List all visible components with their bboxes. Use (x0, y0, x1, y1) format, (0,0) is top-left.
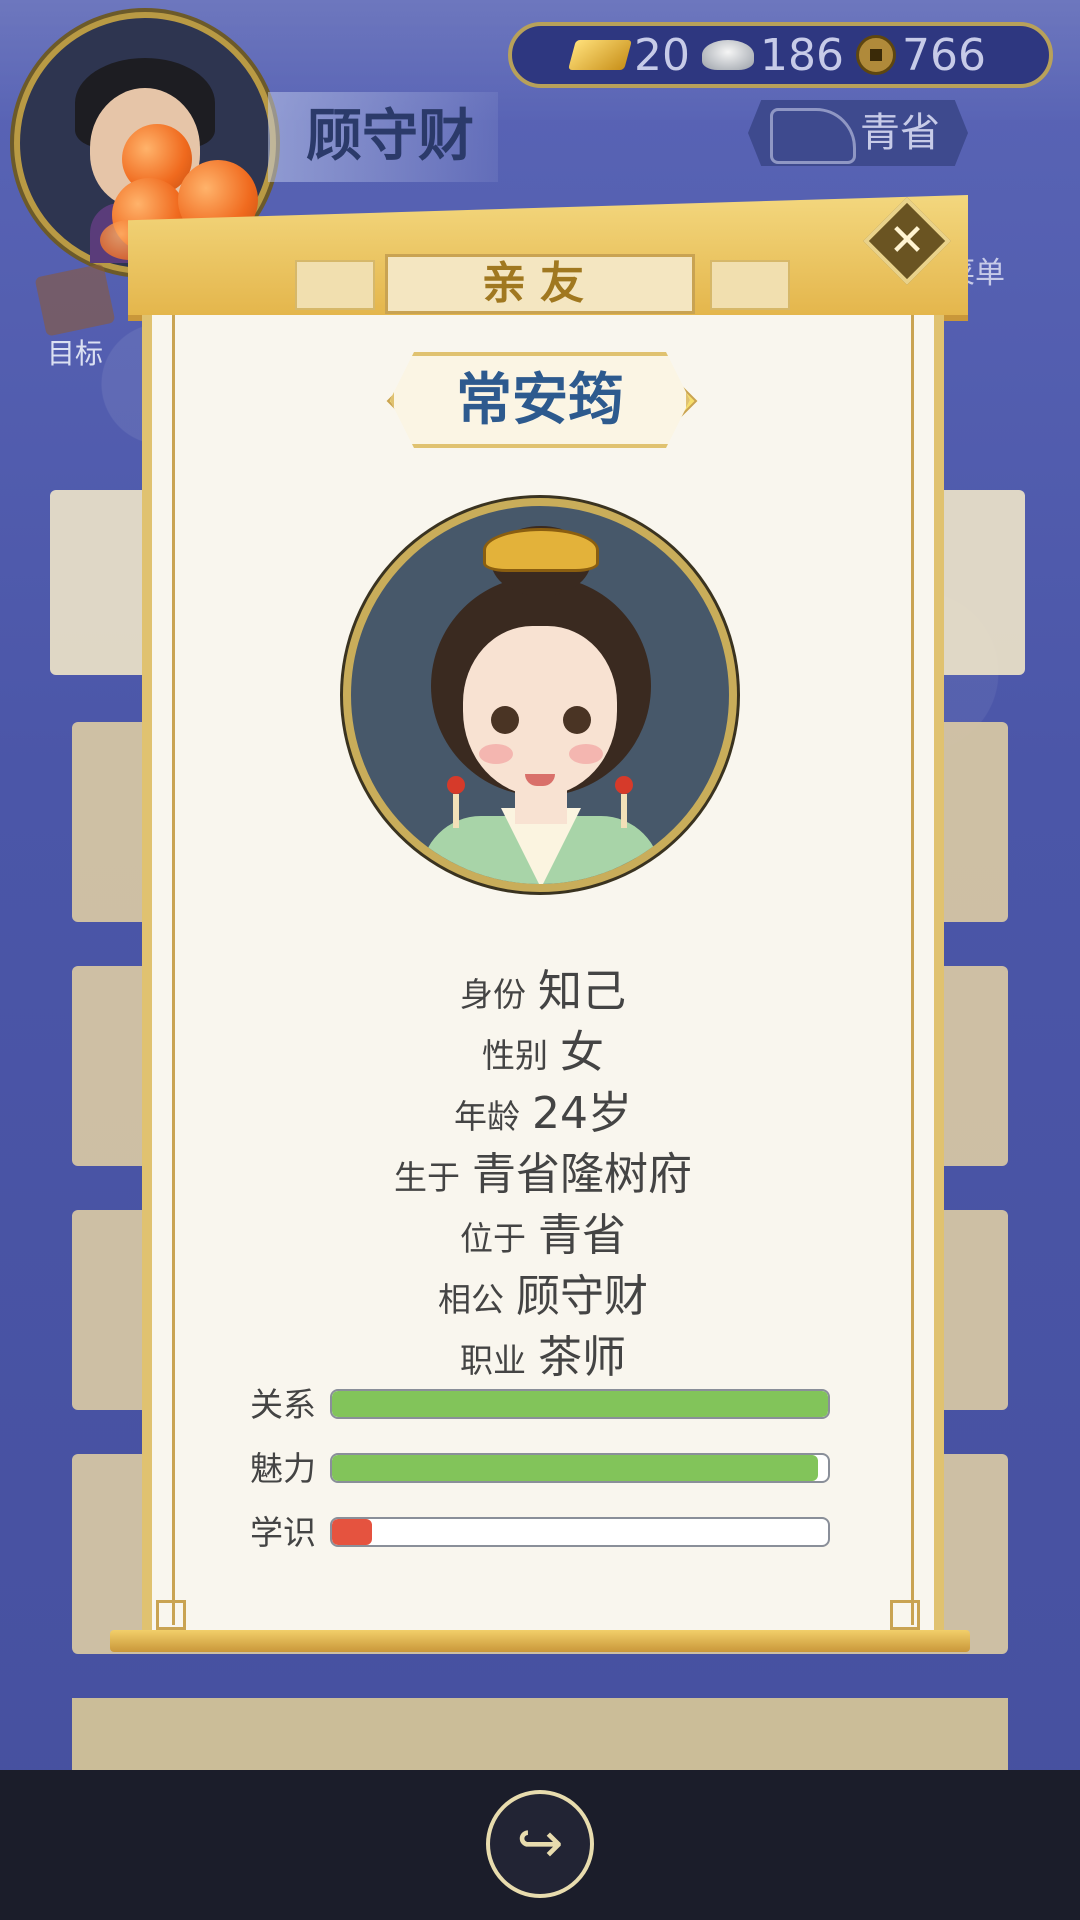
info-row: 性别女 (142, 1016, 944, 1080)
stat-label: 魅力 (250, 1449, 316, 1488)
stat-track (330, 1453, 830, 1483)
info-key: 性别 (482, 1036, 548, 1075)
copper-coin-icon (855, 35, 896, 75)
portrait-eye (563, 706, 591, 734)
gold-ingot-icon (567, 40, 633, 70)
gold-amount: 20 (634, 29, 690, 81)
info-key: 位于 (460, 1219, 526, 1258)
earring-icon (447, 776, 465, 828)
player-name: 顾守财 (268, 92, 498, 182)
ink-brush-icon (770, 108, 856, 164)
earring-icon (615, 776, 633, 828)
info-key: 相公 (438, 1280, 504, 1319)
dialog-title: 亲友 (385, 254, 695, 314)
info-value: 女 (560, 1027, 604, 1078)
portrait-cheek (569, 744, 603, 764)
scroll-rod (110, 1630, 970, 1652)
portrait-face (463, 626, 617, 796)
stat-fill (332, 1519, 372, 1545)
stat-label: 学识 (250, 1513, 316, 1552)
info-value: 知己 (538, 966, 626, 1017)
info-row: 生于 青省隆树府 (142, 1138, 944, 1202)
coin-amount: 766 (901, 29, 986, 81)
info-key: 职业 (460, 1341, 526, 1380)
corner-ornament (890, 1600, 920, 1630)
character-portrait (343, 498, 737, 892)
info-key: 年龄 (454, 1097, 520, 1136)
stat-fill (332, 1455, 819, 1481)
stat-bar-knowledge: 学识 (250, 1513, 830, 1553)
info-value: 茶师 (538, 1332, 626, 1383)
info-value: 顾守财 (516, 1271, 648, 1322)
portrait-eye (491, 706, 519, 734)
stat-fill (332, 1391, 828, 1417)
info-row: 职业 茶师 (142, 1321, 944, 1385)
silver-amount: 186 (760, 29, 844, 81)
share-icon: ↪ (516, 1811, 564, 1876)
silver-ingot-icon (702, 40, 754, 70)
header-ornament (710, 260, 790, 310)
province-button[interactable]: 青省 (748, 100, 968, 166)
info-value: 青省隆树府 (472, 1149, 692, 1200)
info-row: 相公 顾守财 (142, 1260, 944, 1324)
relative-info-dialog: 亲友 ✕ 常安筠 身份知己 性别女 年龄 24岁 生于青省隆树府 位于青省 (110, 180, 970, 1660)
stat-bar-relationship: 关系 (250, 1385, 830, 1425)
portrait-cheek (479, 744, 513, 764)
share-button[interactable]: ↪ (486, 1790, 594, 1898)
close-icon: ✕ (888, 215, 926, 266)
stat-track (330, 1517, 830, 1547)
info-row: 年龄 24岁 (142, 1077, 944, 1141)
book-icon (34, 263, 116, 337)
stat-bar-charm: 魅力 (250, 1449, 830, 1489)
info-key: 生于 (394, 1158, 460, 1197)
province-label: 青省 (860, 110, 940, 156)
hair-ornament-icon (483, 528, 599, 572)
info-key: 身份 (460, 975, 526, 1014)
corner-ornament (156, 1600, 186, 1630)
info-row: 身份 知己 (142, 955, 944, 1019)
info-value: 青省 (538, 1210, 626, 1261)
info-row: 位于 青省 (142, 1199, 944, 1263)
info-value: 24岁 (532, 1088, 632, 1139)
character-name: 常安筠 (390, 352, 690, 448)
stat-track (330, 1389, 830, 1419)
header-ornament (295, 260, 375, 310)
currency-bar: 20 186 766 (508, 22, 1053, 88)
stat-label: 关系 (250, 1385, 316, 1424)
